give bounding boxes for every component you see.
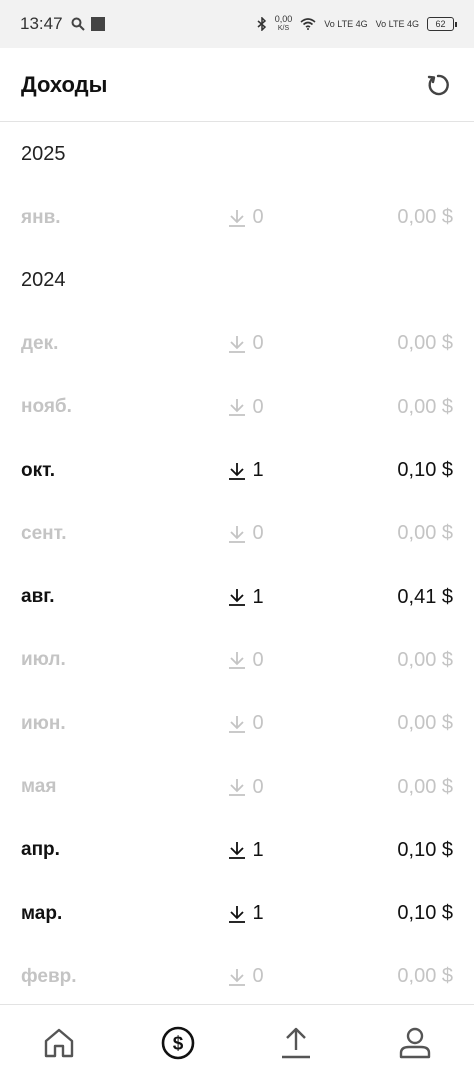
download-count: 0 bbox=[161, 776, 311, 799]
download-count-value: 0 bbox=[252, 332, 264, 355]
income-amount: 0,10 $ bbox=[397, 902, 453, 925]
download-icon bbox=[229, 905, 246, 923]
download-icon bbox=[229, 335, 246, 353]
status-bar: 13:47 0,00 K/S Vo LTE 4G Vo LTE 4G 62 bbox=[0, 0, 474, 48]
download-count: 0 bbox=[161, 965, 311, 988]
month-row[interactable]: июн. 0 0,00 $ bbox=[0, 692, 474, 755]
download-count: 0 bbox=[161, 522, 311, 545]
income-amount: 0,41 $ bbox=[397, 585, 453, 608]
download-count-value: 1 bbox=[252, 902, 264, 925]
net-speed: 0,00 K/S bbox=[274, 14, 293, 33]
download-count: 1 bbox=[161, 902, 311, 925]
download-icon bbox=[229, 842, 246, 860]
month-label: сент. bbox=[21, 522, 67, 544]
download-count-value: 1 bbox=[252, 585, 264, 608]
income-amount: 0,00 $ bbox=[397, 206, 453, 229]
income-amount: 0,00 $ bbox=[397, 522, 453, 545]
month-label: июл. bbox=[21, 649, 66, 671]
income-amount: 0,00 $ bbox=[397, 712, 453, 735]
notification-square-icon bbox=[90, 17, 105, 31]
year-header: 2025 bbox=[21, 143, 66, 165]
bluetooth-icon bbox=[257, 17, 266, 31]
download-count: 0 bbox=[161, 712, 311, 735]
month-label: окт. bbox=[21, 459, 56, 481]
month-label: апр. bbox=[21, 839, 60, 861]
download-icon bbox=[229, 652, 246, 670]
battery-indicator: 62 bbox=[427, 17, 457, 31]
dollar-circle-icon: $ bbox=[161, 1026, 195, 1059]
download-count: 0 bbox=[161, 649, 311, 672]
bottom-nav: $ bbox=[0, 1004, 474, 1080]
month-label: янв. bbox=[21, 206, 61, 228]
download-icon bbox=[229, 715, 246, 733]
app-bar: Доходы bbox=[0, 48, 474, 122]
download-count: 1 bbox=[161, 839, 311, 862]
nav-income-button[interactable]: $ bbox=[148, 1013, 208, 1073]
income-amount: 0,00 $ bbox=[397, 395, 453, 418]
download-count-value: 1 bbox=[252, 459, 264, 482]
download-count: 1 bbox=[161, 459, 311, 482]
download-count-value: 0 bbox=[252, 648, 264, 671]
download-count-value: 0 bbox=[252, 522, 264, 545]
svg-text:$: $ bbox=[172, 1033, 183, 1054]
income-amount: 0,00 $ bbox=[397, 332, 453, 355]
download-icon bbox=[229, 399, 246, 417]
month-row[interactable]: янв. 0 0,00 $ bbox=[0, 186, 474, 249]
download-icon bbox=[229, 968, 246, 986]
month-row[interactable]: мая 0 0,00 $ bbox=[0, 755, 474, 818]
year-header: 2024 bbox=[21, 269, 66, 292]
download-count: 0 bbox=[161, 206, 311, 229]
download-count-value: 0 bbox=[252, 206, 264, 229]
month-label: мар. bbox=[21, 902, 63, 924]
profile-icon bbox=[399, 1027, 430, 1058]
month-row[interactable]: мар. 1 0,10 $ bbox=[0, 882, 474, 945]
refresh-button[interactable] bbox=[423, 70, 453, 100]
download-icon bbox=[229, 462, 246, 480]
refresh-icon bbox=[427, 74, 449, 95]
search-icon bbox=[71, 17, 85, 31]
month-label: февр. bbox=[21, 965, 77, 987]
download-count: 1 bbox=[161, 586, 311, 609]
page-title: Доходы bbox=[21, 71, 108, 97]
download-count: 0 bbox=[161, 396, 311, 419]
download-icon bbox=[229, 209, 246, 227]
income-amount: 0,00 $ bbox=[397, 965, 453, 988]
month-row[interactable]: нояб. 0 0,00 $ bbox=[0, 376, 474, 439]
month-row[interactable]: авг. 1 0,41 $ bbox=[0, 565, 474, 628]
month-label: авг. bbox=[21, 586, 55, 608]
month-row[interactable]: окт. 1 0,10 $ bbox=[0, 439, 474, 502]
income-amount: 0,10 $ bbox=[397, 459, 453, 482]
download-count: 0 bbox=[161, 332, 311, 355]
status-time: 13:47 bbox=[20, 14, 63, 33]
download-icon bbox=[229, 589, 246, 607]
download-count-value: 0 bbox=[252, 775, 264, 798]
month-row[interactable]: апр. 1 0,10 $ bbox=[0, 819, 474, 882]
income-list[interactable]: 2025 янв. 0 0,00 $ 2024 дек. 0 0,00 $ нояб. 0 0,00… bbox=[0, 123, 474, 1003]
month-label: нояб. bbox=[21, 396, 72, 418]
nav-upload-button[interactable] bbox=[266, 1013, 326, 1073]
download-count-value: 1 bbox=[252, 838, 264, 861]
income-amount: 0,00 $ bbox=[397, 648, 453, 671]
month-label: июн. bbox=[21, 712, 66, 734]
month-row[interactable]: сент. 0 0,00 $ bbox=[0, 502, 474, 565]
month-label: дек. bbox=[21, 332, 59, 354]
download-icon bbox=[229, 525, 246, 543]
signal-1: Vo LTE 4G bbox=[324, 19, 368, 29]
month-row[interactable]: июл. 0 0,00 $ bbox=[0, 629, 474, 692]
month-label: мая bbox=[21, 776, 57, 798]
signal-2: Vo LTE 4G bbox=[375, 19, 419, 29]
nav-profile-button[interactable] bbox=[385, 1013, 445, 1073]
download-count-value: 0 bbox=[252, 965, 264, 988]
month-row[interactable]: февр. 0 0,00 $ bbox=[0, 945, 474, 1003]
download-count-value: 0 bbox=[252, 395, 264, 418]
home-icon bbox=[45, 1028, 74, 1057]
nav-home-button[interactable] bbox=[29, 1013, 89, 1073]
income-amount: 0,00 $ bbox=[397, 775, 453, 798]
upload-icon bbox=[282, 1027, 311, 1058]
download-count-value: 0 bbox=[252, 712, 264, 735]
month-row[interactable]: дек. 0 0,00 $ bbox=[0, 312, 474, 375]
income-amount: 0,10 $ bbox=[397, 838, 453, 861]
download-icon bbox=[229, 779, 246, 796]
wifi-icon bbox=[300, 18, 316, 30]
